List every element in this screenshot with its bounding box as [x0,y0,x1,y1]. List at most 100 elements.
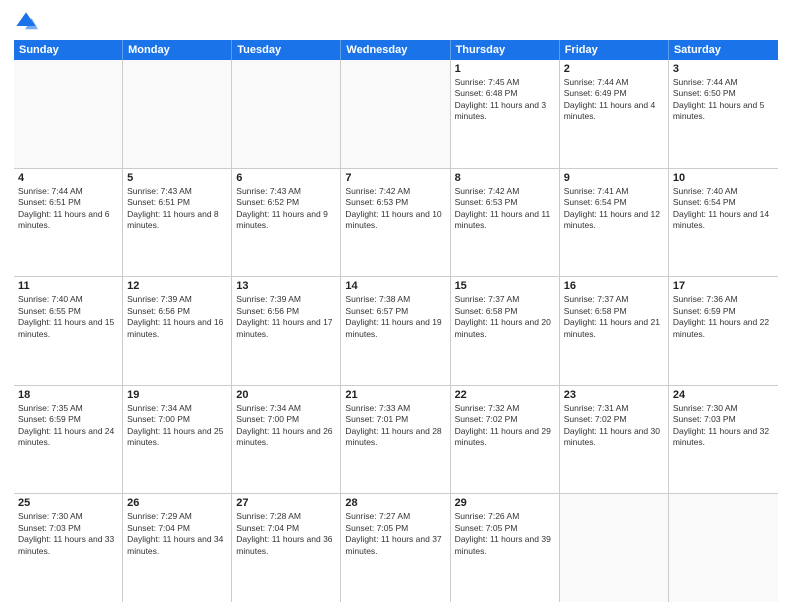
day-number: 24 [673,389,774,401]
day-cell-23: 23 Sunrise: 7:31 AM Sunset: 7:02 PM Dayli… [560,386,669,494]
calendar-row-4: 25 Sunrise: 7:30 AM Sunset: 7:03 PM Dayli… [14,494,778,602]
day-number: 13 [236,280,336,292]
cell-text: Sunrise: 7:30 AM Sunset: 7:03 PM Dayligh… [18,511,118,557]
day-cell-29: 29 Sunrise: 7:26 AM Sunset: 7:05 PM Dayli… [451,494,560,602]
header-day-monday: Monday [123,40,232,60]
cell-text: Sunrise: 7:37 AM Sunset: 6:58 PM Dayligh… [564,294,664,340]
cell-text: Sunrise: 7:26 AM Sunset: 7:05 PM Dayligh… [455,511,555,557]
day-cell-4: 4 Sunrise: 7:44 AM Sunset: 6:51 PM Daylig… [14,169,123,277]
empty-cell-0-2 [232,60,341,168]
day-cell-24: 24Sunrise: 7:30 AM Sunset: 7:03 PM Dayli… [669,386,778,494]
empty-cell-4-5 [560,494,669,602]
empty-cell-0-3 [341,60,450,168]
day-cell-28: 28 Sunrise: 7:27 AM Sunset: 7:05 PM Dayli… [341,494,450,602]
day-number: 27 [236,497,336,509]
day-cell-26: 26 Sunrise: 7:29 AM Sunset: 7:04 PM Dayli… [123,494,232,602]
day-cell-9: 9 Sunrise: 7:41 AM Sunset: 6:54 PM Daylig… [560,169,669,277]
cell-text: Sunrise: 7:34 AM Sunset: 7:00 PM Dayligh… [127,403,227,449]
cell-text: Sunrise: 7:35 AM Sunset: 6:59 PM Dayligh… [18,403,118,449]
cell-text: Sunrise: 7:36 AM Sunset: 6:59 PM Dayligh… [673,294,774,340]
day-cell-1: 1 Sunrise: 7:45 AM Sunset: 6:48 PM Daylig… [451,60,560,168]
cell-text: Sunrise: 7:44 AM Sunset: 6:49 PM Dayligh… [564,77,664,123]
day-number: 29 [455,497,555,509]
day-number: 11 [18,280,118,292]
cell-text: Sunrise: 7:40 AM Sunset: 6:55 PM Dayligh… [18,294,118,340]
day-number: 10 [673,172,774,184]
day-number: 9 [564,172,664,184]
calendar-body: 1 Sunrise: 7:45 AM Sunset: 6:48 PM Daylig… [14,60,778,602]
cell-text: Sunrise: 7:27 AM Sunset: 7:05 PM Dayligh… [345,511,445,557]
day-number: 4 [18,172,118,184]
day-number: 26 [127,497,227,509]
day-number: 18 [18,389,118,401]
day-number: 28 [345,497,445,509]
cell-text: Sunrise: 7:29 AM Sunset: 7:04 PM Dayligh… [127,511,227,557]
day-cell-17: 17 Sunrise: 7:36 AM Sunset: 6:59 PM Dayli… [669,277,778,385]
header [14,10,778,34]
day-number: 12 [127,280,227,292]
header-day-sunday: Sunday [14,40,123,60]
day-number: 8 [455,172,555,184]
day-cell-6: 6 Sunrise: 7:43 AM Sunset: 6:52 PM Daylig… [232,169,341,277]
cell-text: Sunrise: 7:42 AM Sunset: 6:53 PM Dayligh… [345,186,445,232]
day-cell-18: 18 Sunrise: 7:35 AM Sunset: 6:59 PM Dayli… [14,386,123,494]
day-cell-10: 10 Sunrise: 7:40 AM Sunset: 6:54 PM Dayli… [669,169,778,277]
header-day-wednesday: Wednesday [341,40,450,60]
day-cell-13: 13 Sunrise: 7:39 AM Sunset: 6:56 PM Dayli… [232,277,341,385]
cell-text: Sunrise: 7:42 AM Sunset: 6:53 PM Dayligh… [455,186,555,232]
day-number: 6 [236,172,336,184]
day-cell-11: 11 Sunrise: 7:40 AM Sunset: 6:55 PM Dayli… [14,277,123,385]
day-number: 19 [127,389,227,401]
day-number: 25 [18,497,118,509]
header-day-saturday: Saturday [669,40,778,60]
cell-text: Sunrise: 7:43 AM Sunset: 6:52 PM Dayligh… [236,186,336,232]
day-cell-8: 8 Sunrise: 7:42 AM Sunset: 6:53 PM Daylig… [451,169,560,277]
cell-text: Sunrise: 7:43 AM Sunset: 6:51 PM Dayligh… [127,186,227,232]
calendar-header: SundayMondayTuesdayWednesdayThursdayFrid… [14,40,778,60]
cell-text: Sunrise: 7:41 AM Sunset: 6:54 PM Dayligh… [564,186,664,232]
day-number: 20 [236,389,336,401]
day-number: 14 [345,280,445,292]
day-number: 17 [673,280,774,292]
cell-text: Sunrise: 7:40 AM Sunset: 6:54 PM Dayligh… [673,186,774,232]
calendar: SundayMondayTuesdayWednesdayThursdayFrid… [14,40,778,602]
day-cell-7: 7 Sunrise: 7:42 AM Sunset: 6:53 PM Daylig… [341,169,450,277]
cell-text: Sunrise: 7:31 AM Sunset: 7:02 PM Dayligh… [564,403,664,449]
day-number: 15 [455,280,555,292]
day-number: 21 [345,389,445,401]
header-day-friday: Friday [560,40,669,60]
day-cell-5: 5Sunrise: 7:43 AM Sunset: 6:51 PM Daylig… [123,169,232,277]
header-day-thursday: Thursday [451,40,560,60]
day-cell-19: 19 Sunrise: 7:34 AM Sunset: 7:00 PM Dayli… [123,386,232,494]
day-number: 16 [564,280,664,292]
day-cell-21: 21 Sunrise: 7:33 AM Sunset: 7:01 PM Dayli… [341,386,450,494]
calendar-row-0: 1 Sunrise: 7:45 AM Sunset: 6:48 PM Daylig… [14,60,778,169]
day-cell-22: 22 Sunrise: 7:32 AM Sunset: 7:02 PM Dayli… [451,386,560,494]
cell-text: Sunrise: 7:37 AM Sunset: 6:58 PM Dayligh… [455,294,555,340]
empty-cell-0-1 [123,60,232,168]
day-cell-3: 3 Sunrise: 7:44 AM Sunset: 6:50 PM Daylig… [669,60,778,168]
cell-text: Sunrise: 7:44 AM Sunset: 6:50 PM Dayligh… [673,77,774,123]
day-number: 2 [564,63,664,75]
page: SundayMondayTuesdayWednesdayThursdayFrid… [0,0,792,612]
day-number: 22 [455,389,555,401]
day-number: 1 [455,63,555,75]
logo [14,10,42,34]
cell-text: Sunrise: 7:39 AM Sunset: 6:56 PM Dayligh… [236,294,336,340]
cell-text: Sunrise: 7:45 AM Sunset: 6:48 PM Dayligh… [455,77,555,123]
cell-text: Sunrise: 7:38 AM Sunset: 6:57 PM Dayligh… [345,294,445,340]
cell-text: Sunrise: 7:33 AM Sunset: 7:01 PM Dayligh… [345,403,445,449]
cell-text: Sunrise: 7:28 AM Sunset: 7:04 PM Dayligh… [236,511,336,557]
cell-text: Sunrise: 7:44 AM Sunset: 6:51 PM Dayligh… [18,186,118,232]
day-number: 3 [673,63,774,75]
cell-text: Sunrise: 7:39 AM Sunset: 6:56 PM Dayligh… [127,294,227,340]
logo-icon [14,10,38,34]
day-number: 23 [564,389,664,401]
cell-text: Sunrise: 7:32 AM Sunset: 7:02 PM Dayligh… [455,403,555,449]
day-cell-15: 15 Sunrise: 7:37 AM Sunset: 6:58 PM Dayli… [451,277,560,385]
day-number: 7 [345,172,445,184]
calendar-row-2: 11 Sunrise: 7:40 AM Sunset: 6:55 PM Dayli… [14,277,778,386]
cell-text: Sunrise: 7:34 AM Sunset: 7:00 PM Dayligh… [236,403,336,449]
day-cell-14: 14 Sunrise: 7:38 AM Sunset: 6:57 PM Dayli… [341,277,450,385]
calendar-row-3: 18 Sunrise: 7:35 AM Sunset: 6:59 PM Dayli… [14,386,778,495]
